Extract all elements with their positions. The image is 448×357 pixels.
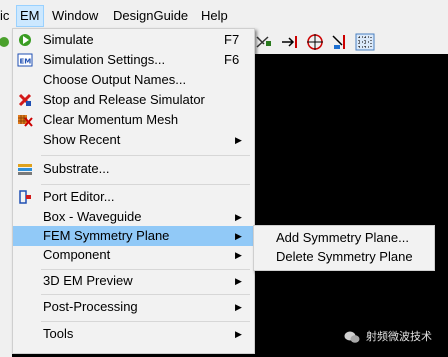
menu-item-stop-release-simulator[interactable]: Stop and Release Simulator bbox=[13, 90, 254, 110]
menu-item-box-waveguide[interactable]: Box - Waveguide ▶ bbox=[13, 207, 254, 227]
menu-item-label: Box - Waveguide bbox=[43, 209, 142, 224]
submenu-item-label: Delete Symmetry Plane bbox=[276, 249, 413, 264]
submenu-arrow-icon: ▶ bbox=[235, 135, 242, 145]
grid-snap-icon[interactable] bbox=[355, 33, 375, 51]
submenu-arrow-icon: ▶ bbox=[235, 302, 242, 312]
menu-item-clear-momentum-mesh[interactable]: Clear Momentum Mesh bbox=[13, 110, 254, 130]
menu-item-post-processing[interactable]: Post-Processing ▶ bbox=[13, 297, 254, 317]
submenu-item-delete-symmetry-plane[interactable]: Delete Symmetry Plane bbox=[254, 247, 434, 267]
menu-item-label: 3D EM Preview bbox=[43, 273, 133, 288]
simulate-icon bbox=[19, 34, 31, 46]
submenu-arrow-icon: ▶ bbox=[235, 212, 242, 222]
em-settings-icon: EM bbox=[17, 53, 33, 67]
crosshair-circle-icon[interactable] bbox=[305, 33, 325, 51]
submenu-arrow-icon: ▶ bbox=[235, 276, 242, 286]
menu-separator bbox=[41, 269, 250, 270]
svg-text:EM: EM bbox=[20, 58, 32, 66]
menu-item-label: Simulate bbox=[43, 32, 94, 47]
menu-window[interactable]: Window bbox=[49, 6, 101, 26]
clear-mesh-icon bbox=[18, 115, 33, 127]
menu-item-3d-em-preview[interactable]: 3D EM Preview ▶ bbox=[13, 271, 254, 291]
substrate-icon bbox=[18, 164, 32, 175]
menu-separator bbox=[41, 155, 250, 156]
menu-help[interactable]: Help bbox=[198, 6, 231, 26]
watermark-text: 射频微波技术 bbox=[366, 331, 432, 343]
menu-item-show-recent[interactable]: Show Recent ▶ bbox=[13, 130, 254, 150]
fem-symmetry-plane-submenu: Add Symmetry Plane... Delete Symmetry Pl… bbox=[253, 225, 435, 271]
menu-item-label: Simulation Settings... bbox=[43, 52, 166, 67]
menu-item-label: Show Recent bbox=[43, 132, 121, 147]
menu-item-shortcut: F6 bbox=[224, 52, 240, 67]
watermark: 射频微波技术 bbox=[344, 327, 448, 347]
em-dropdown-menu: Simulate F7 EM Simulation Settings... F6… bbox=[12, 28, 255, 354]
menu-em[interactable]: EM bbox=[16, 5, 44, 27]
menu-item-label: Port Editor... bbox=[43, 189, 115, 204]
menu-item-tools[interactable]: Tools ▶ bbox=[13, 324, 254, 344]
menu-item-component[interactable]: Component ▶ bbox=[13, 245, 254, 265]
menu-item-label: Substrate... bbox=[43, 161, 110, 176]
menu-separator bbox=[41, 294, 250, 295]
menu-item-port-editor[interactable]: Port Editor... bbox=[13, 187, 254, 207]
menu-item-choose-output-names[interactable]: Choose Output Names... bbox=[13, 70, 254, 90]
menu-item-simulation-settings[interactable]: EM Simulation Settings... F6 bbox=[13, 50, 254, 70]
menu-item-simulate[interactable]: Simulate F7 bbox=[13, 30, 254, 50]
submenu-item-add-symmetry-plane[interactable]: Add Symmetry Plane... bbox=[254, 228, 434, 248]
arrow-to-bar-icon[interactable] bbox=[280, 33, 300, 51]
menu-item-label: Stop and Release Simulator bbox=[43, 92, 205, 107]
port-editor-icon bbox=[19, 190, 31, 204]
menu-item-label: Tools bbox=[43, 326, 74, 341]
menu-separator bbox=[41, 184, 250, 185]
menu-designguide[interactable]: DesignGuide bbox=[110, 6, 191, 26]
menu-schematic[interactable]: ic bbox=[0, 6, 12, 26]
pointer-edit-icon[interactable] bbox=[330, 33, 350, 51]
menu-item-label: FEM Symmetry Plane bbox=[43, 228, 170, 243]
submenu-arrow-icon: ▶ bbox=[235, 329, 242, 339]
menu-separator bbox=[41, 321, 250, 322]
menu-item-label: Choose Output Names... bbox=[43, 72, 187, 87]
wechat-icon bbox=[344, 331, 360, 343]
submenu-arrow-icon: ▶ bbox=[235, 250, 242, 260]
menu-bar: ic EM Window DesignGuide Help bbox=[0, 0, 448, 30]
submenu-item-label: Add Symmetry Plane... bbox=[276, 230, 409, 245]
add-pin-icon[interactable] bbox=[254, 33, 274, 51]
left-toolbar-strip bbox=[0, 54, 12, 357]
submenu-arrow-icon: ▶ bbox=[235, 231, 242, 241]
menu-item-fem-symmetry-plane[interactable]: FEM Symmetry Plane ▶ bbox=[13, 226, 254, 246]
stop-simulator-icon bbox=[18, 93, 32, 107]
menu-item-label: Post-Processing bbox=[43, 299, 138, 314]
menu-item-substrate[interactable]: Substrate... bbox=[13, 159, 254, 179]
menu-item-label: Clear Momentum Mesh bbox=[43, 112, 179, 127]
menu-item-shortcut: F7 bbox=[224, 32, 240, 47]
menu-item-label: Component bbox=[43, 247, 111, 262]
